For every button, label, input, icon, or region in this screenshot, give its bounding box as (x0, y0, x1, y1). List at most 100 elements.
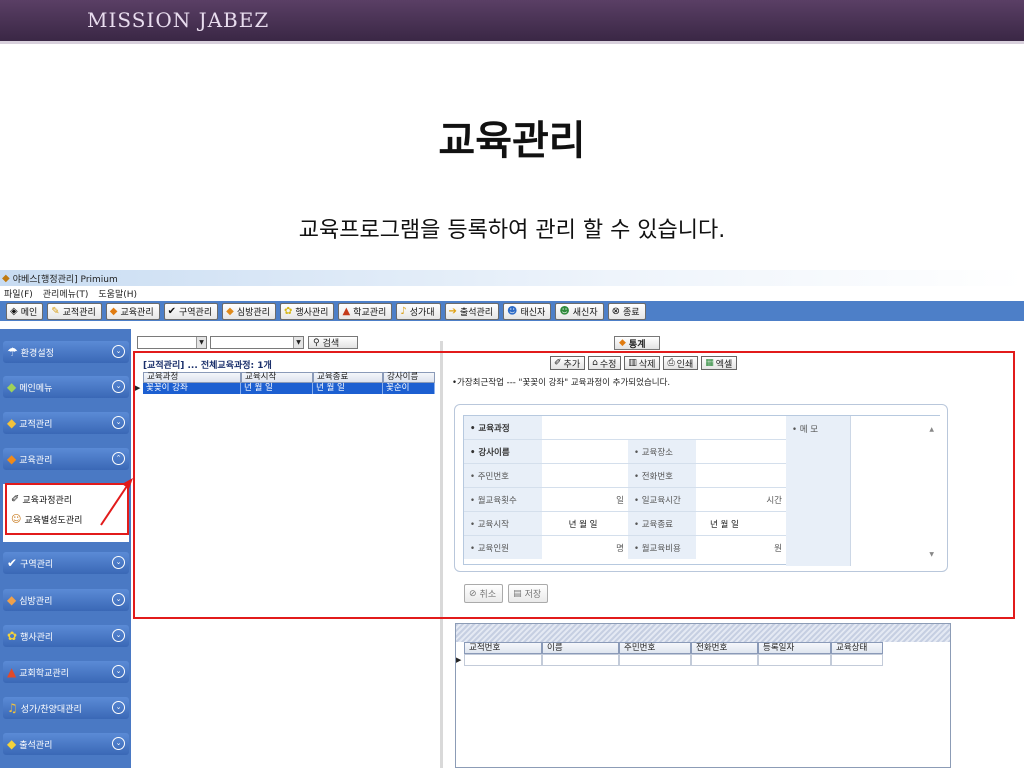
filter-combo-1[interactable]: ▼ (137, 336, 207, 349)
sidebar-item-label: 행사관리 (20, 632, 54, 643)
menu-manage[interactable]: 관리메뉴(T) (43, 287, 89, 300)
sidebar-item-visit[interactable]: ◆ 심방관리 ⌄ (3, 589, 129, 611)
toolbar-event-button[interactable]: ✿ 행사관리 (279, 302, 335, 320)
cell-end[interactable]: 년 월 일 (313, 383, 383, 394)
table-cell[interactable] (619, 654, 691, 666)
column-header-resident-no[interactable]: 주민번호 (619, 642, 691, 654)
sidebar-item-attendance[interactable]: ◆ 출석관리 ⌄ (3, 733, 129, 755)
add-button[interactable]: ✐ 추가 (550, 356, 586, 370)
school-icon: ▲ (342, 305, 351, 317)
toolbar-education-button[interactable]: ◆ 교육관리 (105, 302, 160, 320)
end-date-field[interactable]: 년 월 일 (696, 512, 786, 535)
table-row[interactable]: ▶ 꽃꽂이 강좌 년 월 일 년 월 일 꽃순이 (135, 383, 438, 394)
chevron-up-icon[interactable]: ⌃ (112, 452, 125, 465)
cancel-icon: ⊘ (469, 588, 477, 599)
table-cell[interactable] (831, 654, 883, 666)
table-cell[interactable] (542, 654, 619, 666)
submenu-course-manage[interactable]: ✐ 교육과정관리 (3, 489, 129, 509)
sidebar-item-choir[interactable]: ♫ 성가/찬양대관리 ⌄ (3, 697, 129, 719)
column-header-end[interactable]: 교육종료 (313, 372, 383, 383)
attendance-icon: ➔ (448, 305, 457, 317)
sidebar-item-district[interactable]: ✔ 구역관리 ⌄ (3, 552, 129, 574)
toolbar-newcomer-button[interactable]: ☻ 새신자 (555, 302, 604, 320)
cancel-button[interactable]: ⊘ 취소 (464, 584, 504, 603)
save-button[interactable]: ▤ 저장 (508, 584, 549, 603)
chevron-down-icon[interactable]: ⌄ (112, 345, 125, 358)
chevron-down-icon[interactable]: ⌄ (112, 701, 125, 714)
cell-start[interactable]: 년 월 일 (241, 383, 313, 394)
weekly-count-field[interactable]: 일 (542, 488, 628, 511)
table-cell[interactable] (758, 654, 831, 666)
menu-file[interactable]: 파일(F) (4, 287, 33, 300)
table-cell[interactable] (464, 654, 542, 666)
column-header-name[interactable]: 이름 (542, 642, 619, 654)
phone-field[interactable] (696, 464, 786, 487)
submenu-label: 교육과정관리 (22, 495, 73, 506)
sidebar-item-event[interactable]: ✿ 행사관리 ⌄ (3, 625, 129, 647)
sidebar-item-education[interactable]: ◆ 교육관리 ⌃ (3, 448, 129, 470)
table-row[interactable]: ▶ (456, 654, 950, 666)
course-field[interactable] (542, 416, 786, 439)
panel-splitter[interactable] (440, 341, 443, 768)
column-header-start[interactable]: 교육시작 (241, 372, 313, 383)
submenu-member-education[interactable]: ☺ 교육별성도관리 (3, 509, 129, 529)
chevron-down-icon[interactable]: ⌄ (112, 380, 125, 393)
capacity-field[interactable]: 명 (542, 536, 628, 559)
chevron-down-icon[interactable]: ⌄ (112, 737, 125, 750)
filter-combo-2[interactable]: ▼ (210, 336, 304, 349)
toolbar-district-label: 구역관리 (179, 307, 213, 318)
scroll-down-icon[interactable]: ▼ (929, 551, 934, 558)
menu-help[interactable]: 도움말(H) (98, 287, 137, 300)
stats-button[interactable]: ◆ 통계 (614, 336, 660, 350)
column-header-reg-date[interactable]: 등록일자 (758, 642, 831, 654)
column-header-phone[interactable]: 전화번호 (691, 642, 758, 654)
memo-textarea[interactable]: ▲ ▼ (850, 416, 940, 566)
toolbar-district-button[interactable]: ✔ 구역관리 (163, 302, 219, 320)
toolbar-member-button[interactable]: ✎ 교적관리 (47, 302, 102, 320)
toolbar-attendance-button[interactable]: ➔ 출석관리 (444, 302, 500, 320)
flower-icon: ✿ (7, 629, 18, 643)
sidebar-item-church-school[interactable]: ▲ 교회학교관리 ⌄ (3, 661, 129, 683)
column-header-member-no[interactable]: 교적번호 (464, 642, 542, 654)
chevron-down-icon[interactable]: ⌄ (112, 629, 125, 642)
menubar: 파일(F) 관리메뉴(T) 도움말(H) (0, 286, 1024, 301)
toolbar-main-button[interactable]: ◈ 메인 (6, 302, 44, 320)
sidebar-item-label: 성가/찬양대관리 (20, 704, 82, 715)
class-hours-field[interactable]: 시간 (696, 488, 786, 511)
start-date-field[interactable]: 년 월 일 (542, 512, 628, 535)
table-cell[interactable] (691, 654, 758, 666)
chevron-down-icon[interactable]: ▼ (293, 337, 303, 348)
scroll-up-icon[interactable]: ▲ (929, 426, 934, 433)
sidebar-item-settings[interactable]: ☂ 환경설정 ⌄ (3, 341, 129, 363)
column-header-status[interactable]: 교육상태 (831, 642, 883, 654)
form-buttons: ⊘ 취소 ▤ 저장 (464, 584, 553, 603)
chevron-down-icon[interactable]: ⌄ (112, 556, 125, 569)
delete-button[interactable]: ▥ 삭제 (624, 356, 661, 370)
person-icon: ☻ (559, 305, 570, 317)
resident-no-field[interactable] (542, 464, 628, 487)
search-button[interactable]: ⚲ 검색 (308, 336, 358, 349)
toolbar-school-button[interactable]: ▲ 학교관리 (338, 302, 393, 320)
chevron-down-icon[interactable]: ▼ (196, 337, 206, 348)
chevron-down-icon[interactable]: ⌄ (112, 665, 125, 678)
toolbar-visit-button[interactable]: ◆ 심방관리 (222, 302, 276, 320)
toolbar-prospect-button[interactable]: ☻ 태신자 (503, 302, 552, 320)
place-field[interactable] (696, 440, 786, 463)
sidebar-item-label: 교회학교관리 (19, 668, 69, 679)
fee-field[interactable]: 원 (696, 536, 786, 559)
column-header-course[interactable]: 교육과정 (143, 372, 241, 383)
column-header-instructor[interactable]: 강사이름 (383, 372, 435, 383)
cell-instructor[interactable]: 꽃순이 (383, 383, 435, 394)
chevron-down-icon[interactable]: ⌄ (112, 416, 125, 429)
cell-course[interactable]: 꽃꽂이 강좌 (143, 383, 241, 394)
toolbar-exit-button[interactable]: ⊗ 종료 (607, 302, 646, 320)
sidebar-item-main-menu[interactable]: ◆ 메인메뉴 ⌄ (3, 376, 129, 398)
excel-button[interactable]: ▦ 엑셀 (701, 356, 738, 370)
chevron-down-icon[interactable]: ⌄ (112, 593, 125, 606)
instructor-field[interactable] (542, 440, 628, 463)
edit-button[interactable]: ⌂ 수정 (588, 356, 622, 370)
toolbar-choir-button[interactable]: ♪ 성가대 (396, 302, 441, 320)
sidebar-item-member[interactable]: ◆ 교적관리 ⌄ (3, 412, 129, 434)
print-button[interactable]: ⎙ 인쇄 (663, 356, 699, 370)
main-toolbar: ◈ 메인 ✎ 교적관리 ◆ 교육관리 ✔ 구역관리 ◆ 심방관리 ✿ 행사관리 ▲ 학교관리 … (0, 301, 1024, 321)
